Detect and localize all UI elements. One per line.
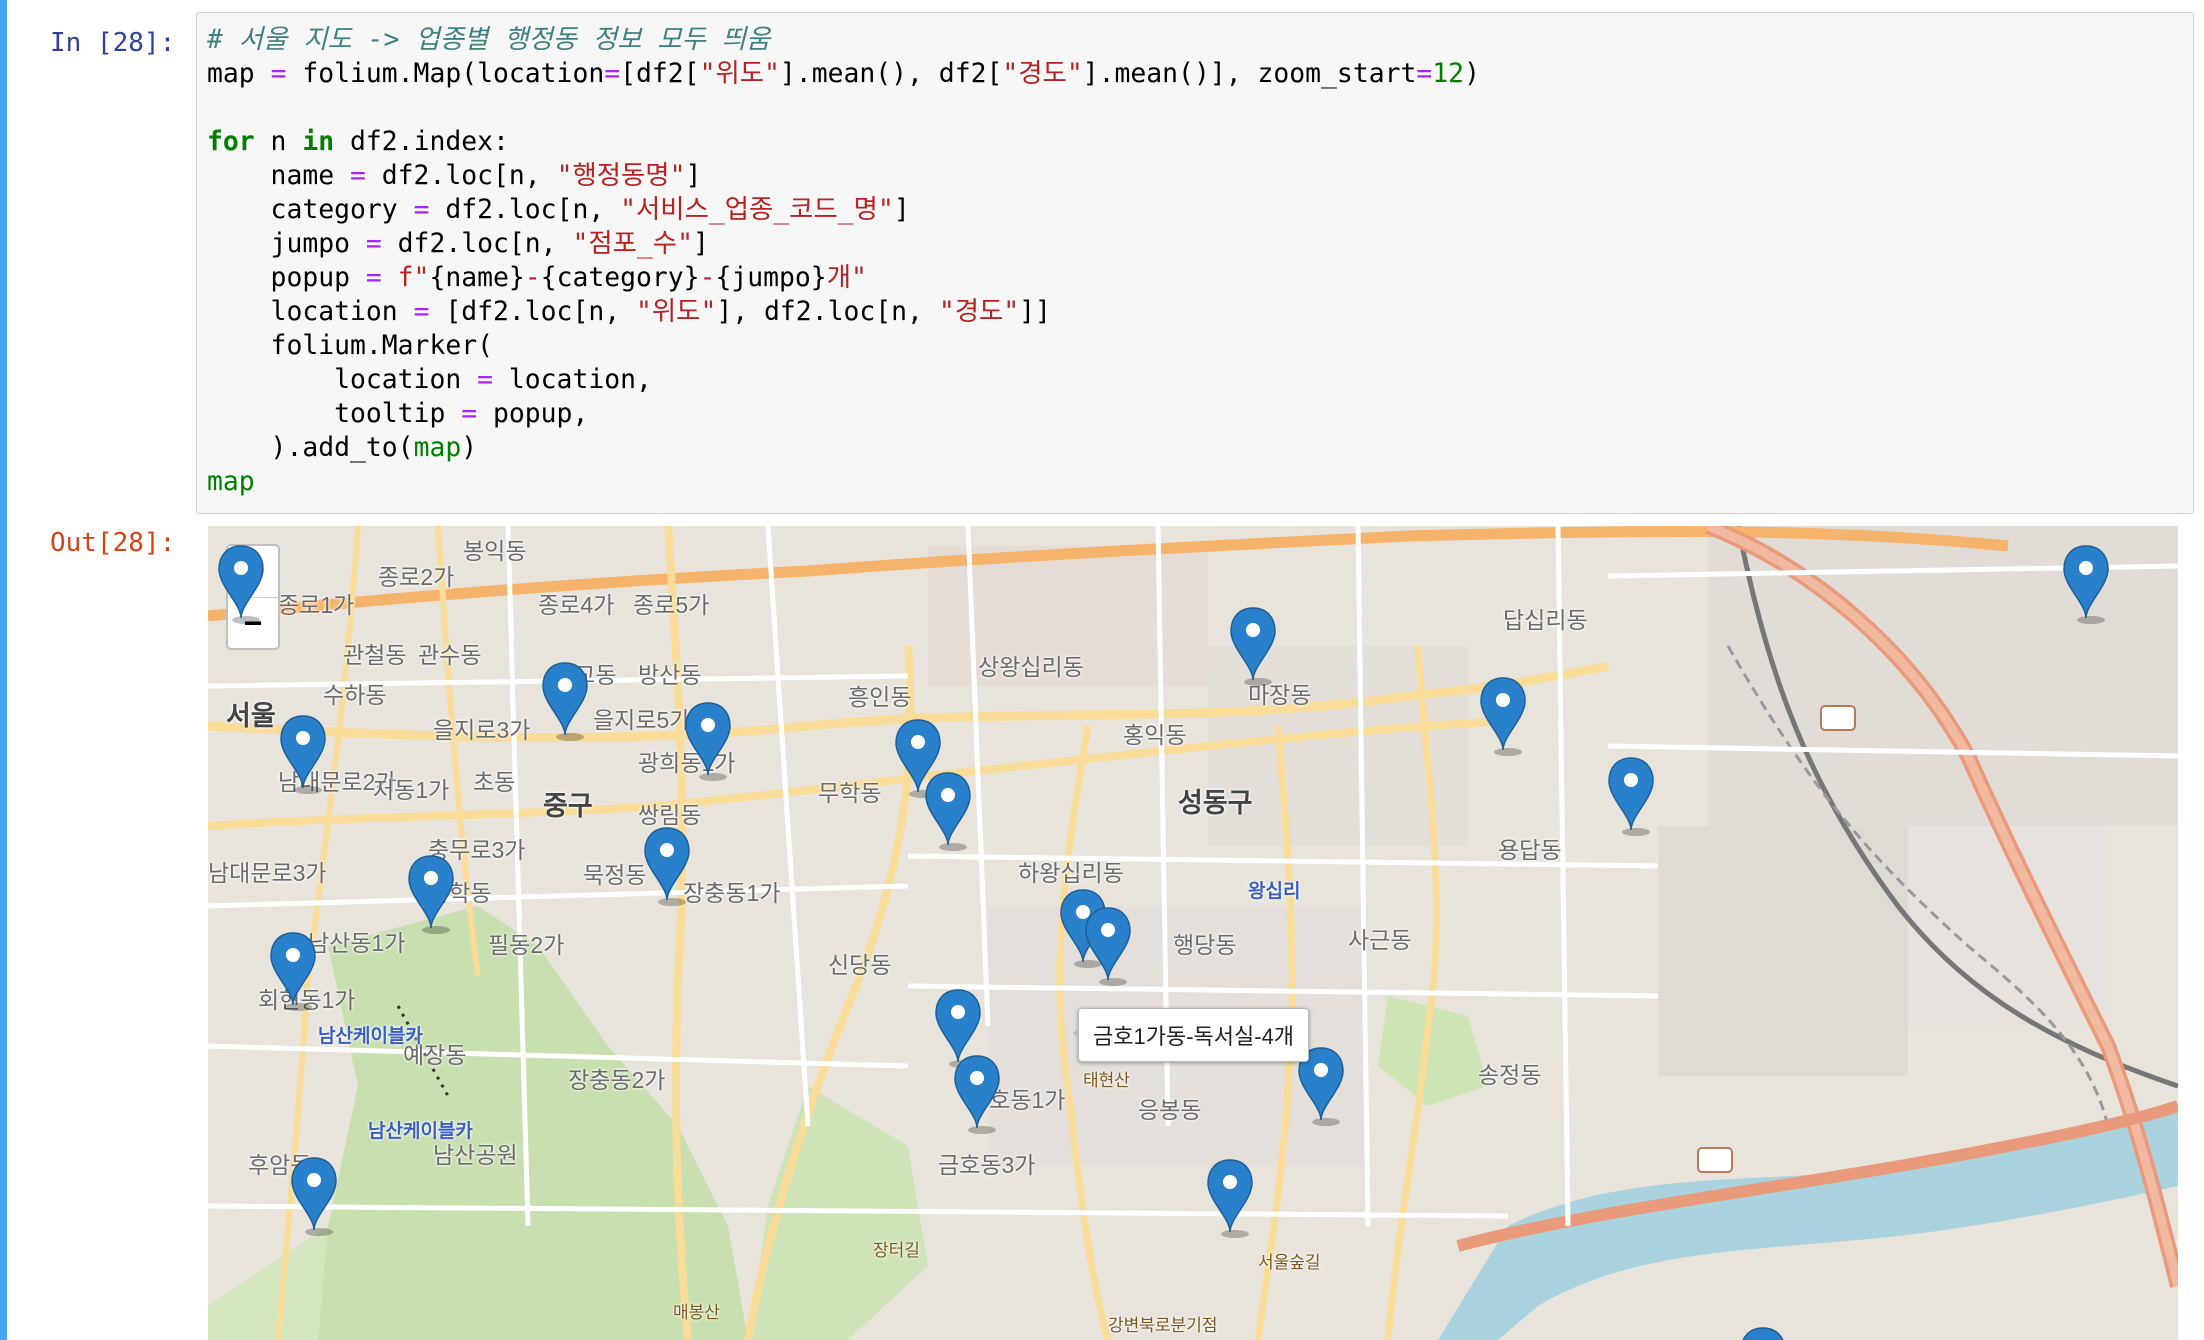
- map-place-label: 상왕십리동: [978, 654, 1084, 680]
- map-place-label: 신당동: [828, 952, 892, 978]
- code-line: folium.Marker(: [207, 330, 493, 361]
- map-place-label: 관철동: [343, 642, 407, 668]
- map-place-label: 사근동: [1348, 927, 1412, 953]
- cell-selection-bar: [0, 0, 7, 1340]
- map-place-label: 장터길: [873, 1241, 920, 1260]
- map-marker-pin-icon[interactable]: [2061, 544, 2111, 624]
- map-place-label: 서울: [226, 701, 276, 731]
- map-place-label: 을지로3가: [433, 717, 531, 743]
- code-editor[interactable]: # 서울 지도 -> 업종별 행정동 정보 모두 띄움 map = folium.…: [207, 23, 1480, 499]
- code-line: location = [df2.loc[n, "위도"], df2.loc[n,…: [207, 296, 1051, 327]
- map-place-label: 남산케이블카: [318, 1026, 423, 1047]
- map-place-label: 강변북로분기점: [1108, 1316, 1218, 1335]
- map-place-label: 태현산: [1083, 1071, 1130, 1090]
- map-marker-pin-icon[interactable]: [278, 714, 328, 794]
- map-place-label: 을지로5가: [593, 707, 691, 733]
- code-line: location = location,: [207, 364, 652, 395]
- output-prompt: Out[28]:: [50, 528, 176, 558]
- map-place-label: 금호동3가: [938, 1152, 1036, 1178]
- map-place-label: 종로1가: [278, 592, 355, 618]
- map-marker-pin-icon[interactable]: [642, 826, 692, 906]
- map-marker-pin-icon[interactable]: [1205, 1158, 1255, 1238]
- map-marker-pin-icon[interactable]: [289, 1156, 339, 1236]
- map-marker-pin-icon[interactable]: [268, 931, 318, 1011]
- map-place-label: 종로4가: [538, 592, 615, 618]
- code-line: jumpo = df2.loc[n, "점포_수"]: [207, 228, 709, 259]
- map-place-label: 쌍림동: [638, 802, 702, 828]
- map-place-label: 관수동: [418, 642, 482, 668]
- map-place-label: 저동1가: [373, 777, 450, 803]
- map-marker-pin-icon[interactable]: [1606, 756, 1656, 836]
- map-place-label: 묵정동: [583, 862, 647, 888]
- map-marker-pin-icon[interactable]: [406, 854, 456, 934]
- code-line: tooltip = popup,: [207, 398, 589, 429]
- map-place-label: 하왕십리동: [1018, 860, 1124, 886]
- map-marker-pin-icon[interactable]: [1228, 606, 1278, 686]
- map-marker-pin-icon[interactable]: [540, 661, 590, 741]
- code-line: ).add_to(map): [207, 432, 478, 463]
- map-place-label: 장충동1가: [683, 880, 781, 906]
- map-place-label: 남산동1가: [308, 930, 406, 956]
- map-place-label: 남대문로3가: [208, 860, 327, 886]
- map-place-label: 용답동: [1498, 837, 1562, 863]
- map-marker-pin-icon[interactable]: [923, 771, 973, 851]
- map-marker-pin-icon[interactable]: [1478, 676, 1528, 756]
- map-place-label: 필동2가: [488, 932, 565, 958]
- map-place-label: 봉익동: [463, 538, 527, 564]
- map-place-label: 성동구: [1178, 788, 1253, 818]
- code-line: for n in df2.index:: [207, 126, 509, 157]
- map-place-label: 종로2가: [378, 564, 455, 590]
- folium-map[interactable]: 봉익동종로2가종로1가종로4가종로5가관철동관수동주교동방산동수하동서울을지로3…: [208, 526, 2178, 1340]
- map-place-label: 남산케이블카: [368, 1121, 473, 1142]
- map-place-label: 흥인동: [848, 684, 912, 710]
- marker-tooltip: 금호1가동-독서실-4개: [1072, 1008, 1310, 1062]
- map-place-label: 방산동: [638, 662, 702, 688]
- map-place-label: 중구: [543, 791, 593, 821]
- code-line: name = df2.loc[n, "행정동명"]: [207, 160, 702, 191]
- map-place-label: 서울숲길: [1258, 1253, 1321, 1272]
- map-place-label: 답십리동: [1503, 607, 1588, 633]
- code-line: map = folium.Map(location=[df2["위도"].mea…: [207, 58, 1480, 89]
- map-place-label: 응봉동: [1138, 1097, 1202, 1123]
- map-place-label: 홍익동: [1123, 722, 1187, 748]
- map-place-label: 매봉산: [673, 1303, 720, 1322]
- map-marker-pin-icon[interactable]: [952, 1054, 1002, 1134]
- map-place-label: 수하동: [323, 682, 387, 708]
- map-marker-pin-icon[interactable]: [683, 701, 733, 781]
- map-marker-pin-icon[interactable]: [1083, 906, 1133, 986]
- map-place-label: 무학동: [818, 780, 882, 806]
- code-line: category = df2.loc[n, "서비스_업종_코드_명"]: [207, 194, 910, 225]
- map-place-label: 송정동: [1478, 1062, 1542, 1088]
- input-prompt: In [28]:: [50, 28, 176, 58]
- map-marker-pin-icon[interactable]: [216, 544, 266, 624]
- map-place-label: 왕십리: [1248, 881, 1301, 902]
- code-line: popup = f"{name}-{category}-{jumpo}개": [207, 262, 867, 293]
- map-place-label: 장충동2가: [568, 1067, 666, 1093]
- map-marker-pin-icon[interactable]: [1738, 1326, 1788, 1340]
- code-line: # 서울 지도 -> 업종별 행정동 정보 모두 띄움: [207, 24, 771, 55]
- code-line: map: [207, 466, 255, 497]
- code-cell-input[interactable]: # 서울 지도 -> 업종별 행정동 정보 모두 띄움 map = folium.…: [196, 12, 2194, 514]
- map-place-label: 행당동: [1173, 932, 1237, 958]
- map-place-label: 초동: [473, 769, 516, 795]
- map-place-label: 종로5가: [633, 592, 710, 618]
